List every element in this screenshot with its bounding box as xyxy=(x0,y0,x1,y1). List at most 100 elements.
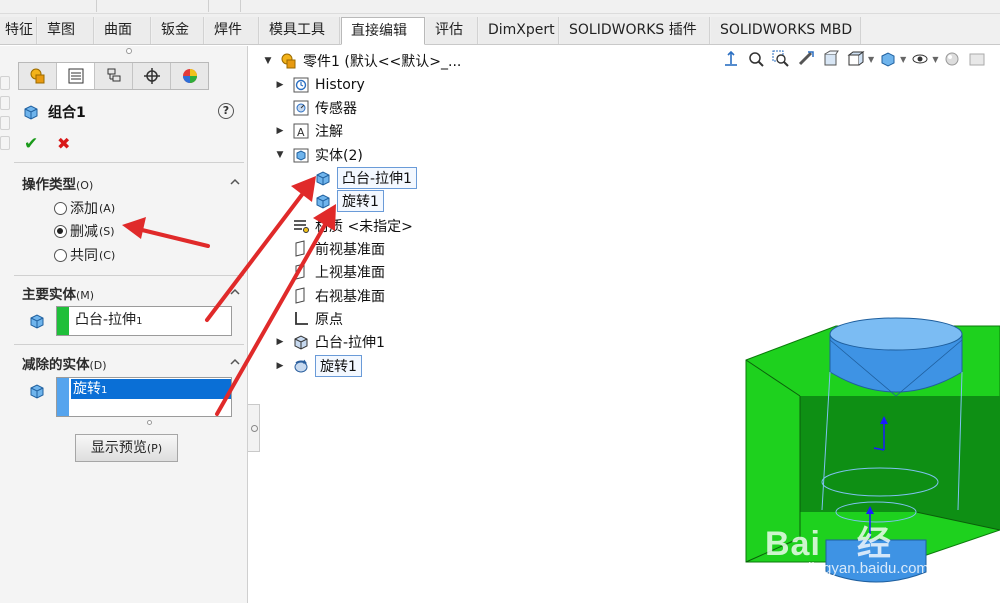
tree-item-solid-bodies[interactable]: ▼ 实体(2) xyxy=(274,144,363,166)
tree-item-body-extrude[interactable]: 凸台-拉伸1 xyxy=(314,167,417,189)
combine-feature-icon xyxy=(24,105,38,120)
view-orientation-cube-icon[interactable] xyxy=(847,50,865,68)
expand-icon[interactable]: ▶ xyxy=(274,126,286,136)
dimxpertmanager-tab[interactable] xyxy=(133,63,171,89)
solid-bodies-folder-icon xyxy=(293,148,309,163)
help-icon[interactable]: ? xyxy=(218,103,234,119)
main-body-header[interactable]: 主要实体(M) xyxy=(22,283,94,303)
shortcut-icon xyxy=(0,76,10,90)
hide-show-items-icon[interactable] xyxy=(911,50,929,68)
expand-icon[interactable]: ▶ xyxy=(274,361,286,371)
radio-subtract[interactable]: 删减 (S) xyxy=(54,221,115,241)
collapse-icon[interactable]: ▼ xyxy=(262,56,274,66)
tree-item-label: 旋转1 xyxy=(315,355,362,377)
tab-features[interactable]: 特征 xyxy=(0,17,37,44)
feature-manager-tree: ▼ 零件1 (默认<<默认>_... ▶ History 传感器 ▶ A 注解 … xyxy=(262,46,742,386)
tab-sheet-metal[interactable]: 钣金 xyxy=(152,17,204,44)
tree-item-annotations[interactable]: ▶ A 注解 xyxy=(274,120,343,142)
main-body-selection-box[interactable]: 凸台-拉伸1 xyxy=(56,306,232,336)
feature-title-label: 组合1 xyxy=(48,105,86,121)
tab-surfaces[interactable]: 曲面 xyxy=(95,17,151,44)
svg-text:A: A xyxy=(297,126,305,139)
chevron-up-icon[interactable] xyxy=(229,286,241,298)
tree-item-label: 注解 xyxy=(315,124,343,140)
part-icon xyxy=(281,53,296,69)
annotation-icon: A xyxy=(293,123,309,139)
tree-root-part[interactable]: ▼ 零件1 (默认<<默认>_... xyxy=(262,50,461,72)
configurationmanager-tab[interactable] xyxy=(95,63,133,89)
panel-collapse-handle[interactable] xyxy=(248,404,260,452)
show-preview-button[interactable]: 显示预览(P) xyxy=(75,434,178,462)
tree-item-material[interactable]: 材质 <未指定> xyxy=(292,215,413,237)
tree-item-front-plane[interactable]: 前视基准面 xyxy=(292,238,385,260)
radio-button-common[interactable] xyxy=(54,248,67,262)
radio-add[interactable]: 添加 (A) xyxy=(54,198,115,218)
featuremanager-tab[interactable] xyxy=(19,63,57,89)
group-separator xyxy=(14,275,244,276)
radio-button-subtract[interactable] xyxy=(54,224,67,238)
tab-direct-editing[interactable]: 直接编辑 xyxy=(341,17,425,45)
tree-item-sensors[interactable]: 传感器 xyxy=(274,97,357,119)
tab-mold-tools[interactable]: 模具工具 xyxy=(260,17,340,44)
propertymanager-tab[interactable] xyxy=(57,63,95,89)
tab-sketch[interactable]: 草图 xyxy=(38,17,94,44)
displaymanager-tab[interactable] xyxy=(171,63,209,89)
chevron-down-icon[interactable]: ▼ xyxy=(868,55,874,64)
tree-item-body-revolve[interactable]: 旋转1 xyxy=(314,190,384,212)
chevron-up-icon[interactable] xyxy=(229,356,241,368)
green-block-front-face xyxy=(800,396,1000,530)
manager-tabs xyxy=(18,62,209,90)
plane-icon xyxy=(295,287,305,304)
tree-item-right-plane[interactable]: 右视基准面 xyxy=(292,285,385,307)
list-resize-handle[interactable] xyxy=(147,420,152,425)
tree-item-label: 旋转1 xyxy=(337,190,384,212)
previous-view-icon[interactable] xyxy=(797,50,815,68)
chevron-down-icon[interactable]: ▼ xyxy=(900,55,906,64)
operation-type-header[interactable]: 操作类型(O) xyxy=(22,173,93,193)
radio-button-add[interactable] xyxy=(54,201,67,215)
zoom-to-area-icon[interactable] xyxy=(772,50,790,68)
chevron-up-icon[interactable] xyxy=(229,176,241,188)
tab-weldments[interactable]: 焊件 xyxy=(205,17,259,44)
tree-item-origin[interactable]: 原点 xyxy=(292,308,343,330)
tab-solidworks-addins[interactable]: SOLIDWORKS 插件 xyxy=(560,17,710,44)
panel-splitter-handle[interactable] xyxy=(126,48,132,54)
shortcut-icon xyxy=(0,136,10,150)
toolbar-separator xyxy=(240,0,241,12)
shortcut-icon xyxy=(0,116,10,130)
zoom-to-fit-icon[interactable] xyxy=(747,50,765,68)
feature-tree-icon xyxy=(30,68,44,84)
tab-solidworks-mbd[interactable]: SOLIDWORKS MBD xyxy=(711,17,861,44)
tree-item-label: 原点 xyxy=(315,312,343,328)
tab-dimxpert[interactable]: DimXpert xyxy=(479,17,559,44)
chevron-down-icon[interactable]: ▼ xyxy=(932,55,938,64)
body-icon xyxy=(316,194,330,209)
expand-icon[interactable]: ▶ xyxy=(274,80,286,90)
main-body-item[interactable]: 凸台-拉伸1 xyxy=(73,310,142,330)
tree-item-label: 前视基准面 xyxy=(315,242,385,258)
tab-evaluate[interactable]: 评估 xyxy=(426,17,478,44)
top-toolbar-strip xyxy=(0,0,1000,14)
tree-item-label: 实体(2) xyxy=(315,148,363,164)
display-style-icon[interactable] xyxy=(879,50,897,68)
view-orientation-icon[interactable] xyxy=(722,50,740,68)
tree-item-label: 零件1 (默认<<默认>_... xyxy=(303,54,462,70)
subtracted-bodies-selection-box[interactable]: 旋转1 xyxy=(56,377,232,417)
edit-appearance-icon[interactable] xyxy=(943,50,961,68)
ok-button[interactable]: ✔ xyxy=(24,134,38,154)
radio-common[interactable]: 共同 (C) xyxy=(54,245,115,265)
plane-icon xyxy=(295,240,305,257)
subtracted-bodies-header[interactable]: 减除的实体(D) xyxy=(22,353,107,373)
tree-item-extrude-feature[interactable]: ▶ 凸台-拉伸1 xyxy=(274,331,385,353)
tree-item-top-plane[interactable]: 上视基准面 xyxy=(292,261,385,283)
tree-item-revolve-feature[interactable]: ▶ 旋转1 xyxy=(274,355,362,377)
apply-scene-icon[interactable] xyxy=(968,50,986,68)
tree-item-label: History xyxy=(315,77,365,93)
collapse-icon[interactable]: ▼ xyxy=(274,150,286,160)
heads-up-view-toolbar: ▼ ▼ ▼ xyxy=(722,48,993,70)
subtracted-body-item[interactable]: 旋转1 xyxy=(71,379,231,399)
cancel-button[interactable]: ✖ xyxy=(57,134,70,153)
section-view-icon[interactable] xyxy=(822,50,840,68)
expand-icon[interactable]: ▶ xyxy=(274,337,286,347)
tree-item-history[interactable]: ▶ History xyxy=(274,74,365,96)
